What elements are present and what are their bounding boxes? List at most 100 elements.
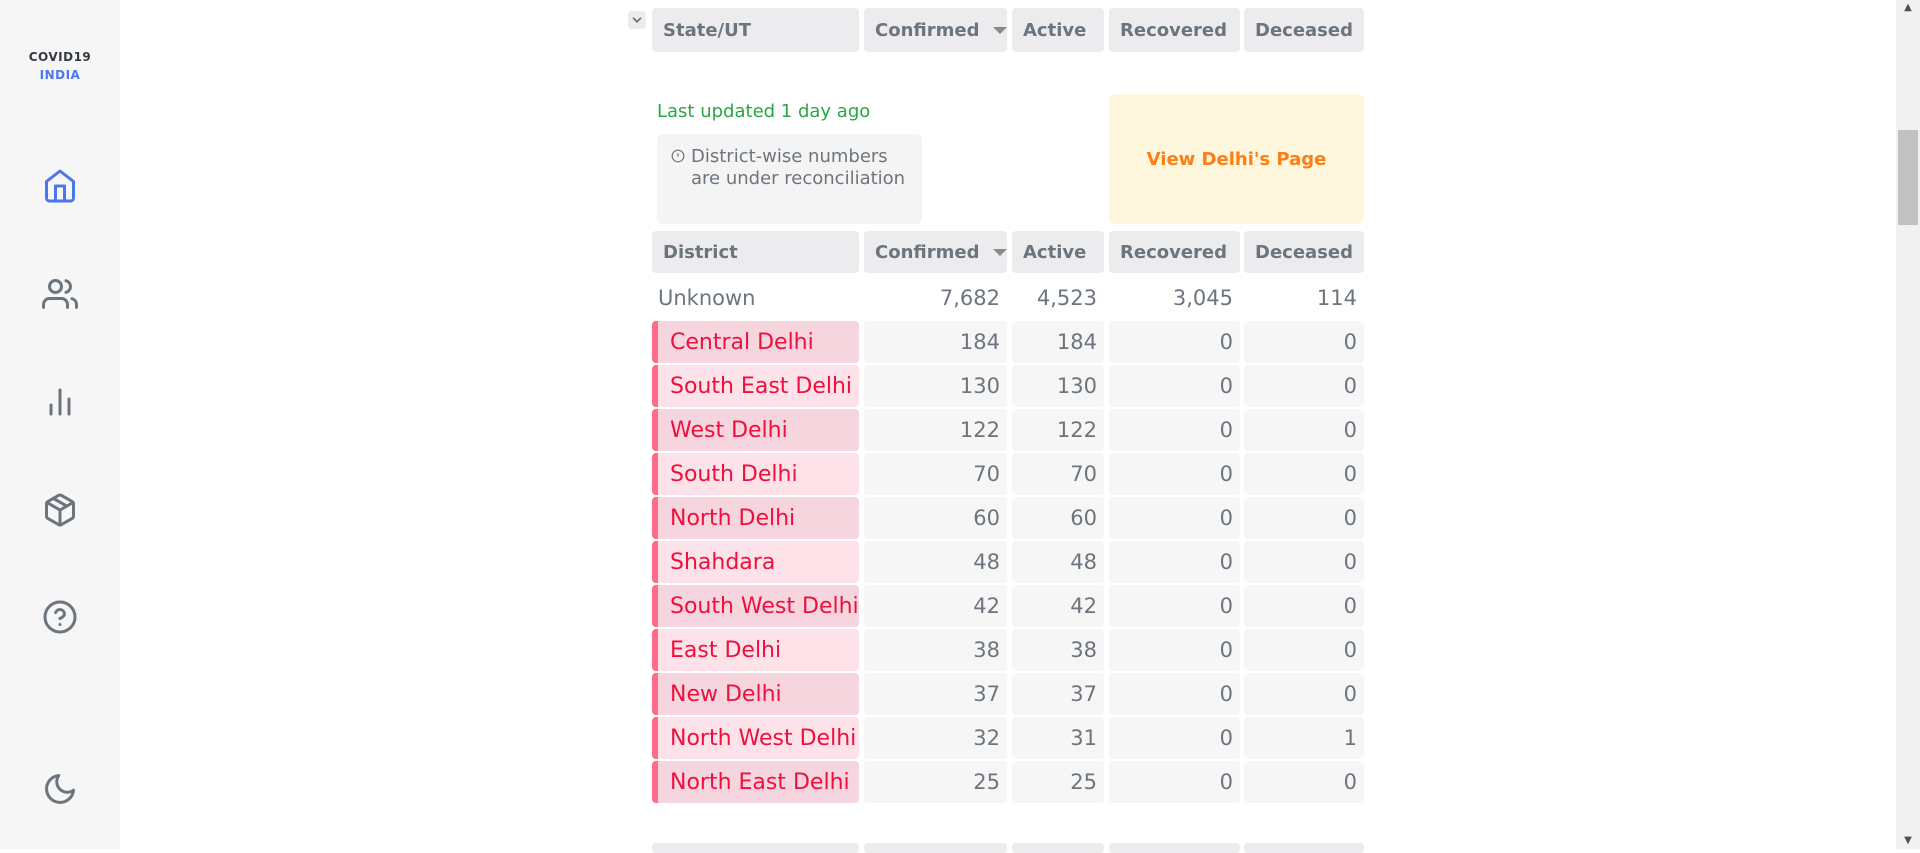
district-active-cell: 70 <box>1012 453 1104 495</box>
brand-line-2: INDIA <box>39 68 81 82</box>
district-recovered-cell: 0 <box>1109 497 1240 539</box>
district-confirmed-cell: 48 <box>864 541 1007 583</box>
district-deceased-cell: 114 <box>1316 286 1357 310</box>
district-confirmed-cell: 60 <box>864 497 1007 539</box>
sort-desc-icon <box>993 26 1008 34</box>
header-district-recovered[interactable]: Recovered <box>1109 231 1240 273</box>
header-district-deceased-label: Deceased <box>1255 241 1353 263</box>
district-recovered-cell: 0 <box>1109 629 1240 671</box>
district-name-cell[interactable]: North Delhi <box>652 497 859 539</box>
district-name-cell[interactable]: South West Delhi <box>652 585 859 627</box>
district-confirmed-cell: 37 <box>864 673 1007 715</box>
district-name-cell[interactable]: South Delhi <box>652 453 859 495</box>
info-icon <box>671 149 685 163</box>
district-active-cell: 184 <box>1012 321 1104 363</box>
district-deceased-cell: 0 <box>1244 629 1364 671</box>
district-name-cell[interactable]: Unknown <box>652 277 859 319</box>
header-deceased-label: Deceased <box>1255 19 1353 41</box>
next-row-peek <box>1244 843 1364 853</box>
district-deceased-cell: 1 <box>1244 717 1364 759</box>
reconciliation-notice: District-wise numbers are under reconcil… <box>657 134 922 224</box>
district-recovered-cell: 0 <box>1109 541 1240 583</box>
district-active-cell: 60 <box>1012 497 1104 539</box>
next-row-peek <box>1109 843 1240 853</box>
header-active-label: Active <box>1023 19 1087 41</box>
header-confirmed[interactable]: Confirmed <box>864 8 1008 52</box>
next-row-peek <box>652 843 859 853</box>
scrollbar-track[interactable] <box>1896 0 1920 849</box>
view-state-page-label: View Delhi's Page <box>1146 148 1327 170</box>
next-row-peek <box>1012 843 1104 853</box>
district-confirmed-cell: 184 <box>864 321 1007 363</box>
district-deceased-cell: 0 <box>1244 673 1364 715</box>
header-district[interactable]: District <box>652 231 859 273</box>
district-name-cell[interactable]: East Delhi <box>652 629 859 671</box>
district-active-cell: 130 <box>1012 365 1104 407</box>
header-district-deceased[interactable]: Deceased <box>1244 231 1364 273</box>
moon-icon[interactable] <box>40 769 80 809</box>
view-state-page-button[interactable]: View Delhi's Page <box>1109 94 1364 224</box>
district-name-cell[interactable]: New Delhi <box>652 673 859 715</box>
district-recovered-cell: 0 <box>1109 673 1240 715</box>
district-name-cell[interactable]: North West Delhi <box>652 717 859 759</box>
scroll-down-arrow[interactable]: ▼ <box>1896 833 1920 849</box>
district-active-cell: 122 <box>1012 409 1104 451</box>
district-deceased-cell: 0 <box>1244 585 1364 627</box>
district-active-cell: 31 <box>1012 717 1104 759</box>
users-icon[interactable] <box>40 274 80 314</box>
sort-desc-icon <box>993 248 1008 256</box>
header-confirmed-label: Confirmed <box>875 19 980 41</box>
header-recovered-label: Recovered <box>1120 19 1228 41</box>
district-active-cell: 48 <box>1012 541 1104 583</box>
district-confirmed-cell: 25 <box>864 761 1007 803</box>
district-name-cell[interactable]: North East Delhi <box>652 761 859 803</box>
home-icon[interactable] <box>40 166 80 206</box>
district-name-cell[interactable]: South East Delhi <box>652 365 859 407</box>
collapse-toggle[interactable] <box>628 11 646 29</box>
last-updated: Last updated 1 day ago <box>657 101 871 122</box>
district-deceased-cell: 0 <box>1244 497 1364 539</box>
package-icon[interactable] <box>40 490 80 530</box>
district-confirmed-cell: 32 <box>864 717 1007 759</box>
header-deceased[interactable]: Deceased <box>1244 8 1364 52</box>
district-active-cell: 42 <box>1012 585 1104 627</box>
district-active-cell: 37 <box>1012 673 1104 715</box>
district-active-cell: 4,523 <box>1036 286 1097 310</box>
district-recovered-cell: 0 <box>1109 453 1240 495</box>
district-name-cell[interactable]: Central Delhi <box>652 321 859 363</box>
district-name-cell[interactable]: West Delhi <box>652 409 859 451</box>
district-recovered-cell: 0 <box>1109 365 1240 407</box>
header-district-confirmed[interactable]: Confirmed <box>864 231 1008 273</box>
district-deceased-cell: 0 <box>1244 409 1364 451</box>
sidebar: COVID19 INDIA <box>0 0 120 849</box>
chevron-down-icon <box>632 17 642 23</box>
district-deceased-cell: 0 <box>1244 761 1364 803</box>
header-state-label: State/UT <box>663 19 751 41</box>
district-recovered-cell: 0 <box>1109 409 1240 451</box>
district-recovered-cell: 0 <box>1109 761 1240 803</box>
header-district-confirmed-label: Confirmed <box>875 241 980 263</box>
district-confirmed-cell: 38 <box>864 629 1007 671</box>
district-name-cell[interactable]: Shahdara <box>652 541 859 583</box>
district-recovered-cell: 0 <box>1109 321 1240 363</box>
header-recovered[interactable]: Recovered <box>1109 8 1240 52</box>
district-recovered-cell: 0 <box>1109 585 1240 627</box>
header-district-active[interactable]: Active <box>1012 231 1104 273</box>
bar-chart-icon[interactable] <box>40 382 80 422</box>
header-district-active-label: Active <box>1023 241 1087 263</box>
brand-logo[interactable]: COVID19 INDIA <box>0 48 120 84</box>
district-confirmed-cell: 122 <box>864 409 1007 451</box>
district-active-cell: 25 <box>1012 761 1104 803</box>
header-district-label: District <box>663 241 738 263</box>
district-confirmed-cell: 42 <box>864 585 1007 627</box>
district-recovered-cell: 3,045 <box>1172 286 1233 310</box>
header-active[interactable]: Active <box>1012 8 1104 52</box>
district-deceased-cell: 0 <box>1244 321 1364 363</box>
next-row-peek <box>864 843 1007 853</box>
header-district-recovered-label: Recovered <box>1120 241 1228 263</box>
district-deceased-cell: 0 <box>1244 453 1364 495</box>
scroll-up-arrow[interactable]: ▲ <box>1896 0 1920 16</box>
help-circle-icon[interactable] <box>40 597 80 637</box>
header-state[interactable]: State/UT <box>652 8 859 52</box>
scrollbar-thumb[interactable] <box>1898 130 1918 225</box>
